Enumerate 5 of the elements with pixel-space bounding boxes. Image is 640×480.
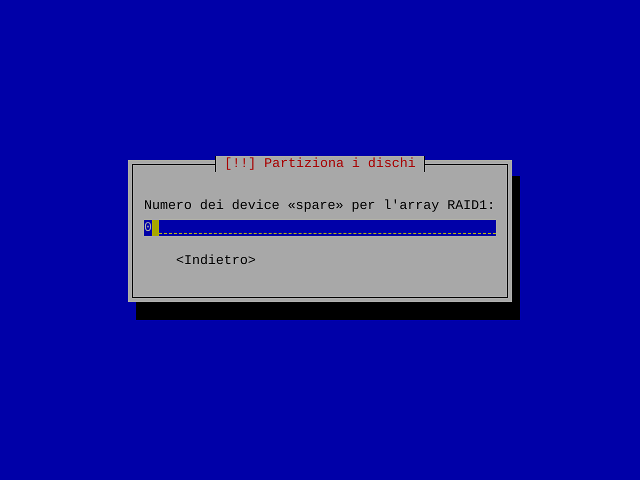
back-button[interactable]: <Indietro> (176, 253, 256, 269)
input-field[interactable]: 0 (144, 220, 496, 236)
dialog-title: [!!] Partiziona i dischi (215, 156, 425, 172)
prompt-label: Numero dei device «spare» per l'array RAID1: (144, 198, 496, 214)
text-cursor (152, 220, 159, 236)
